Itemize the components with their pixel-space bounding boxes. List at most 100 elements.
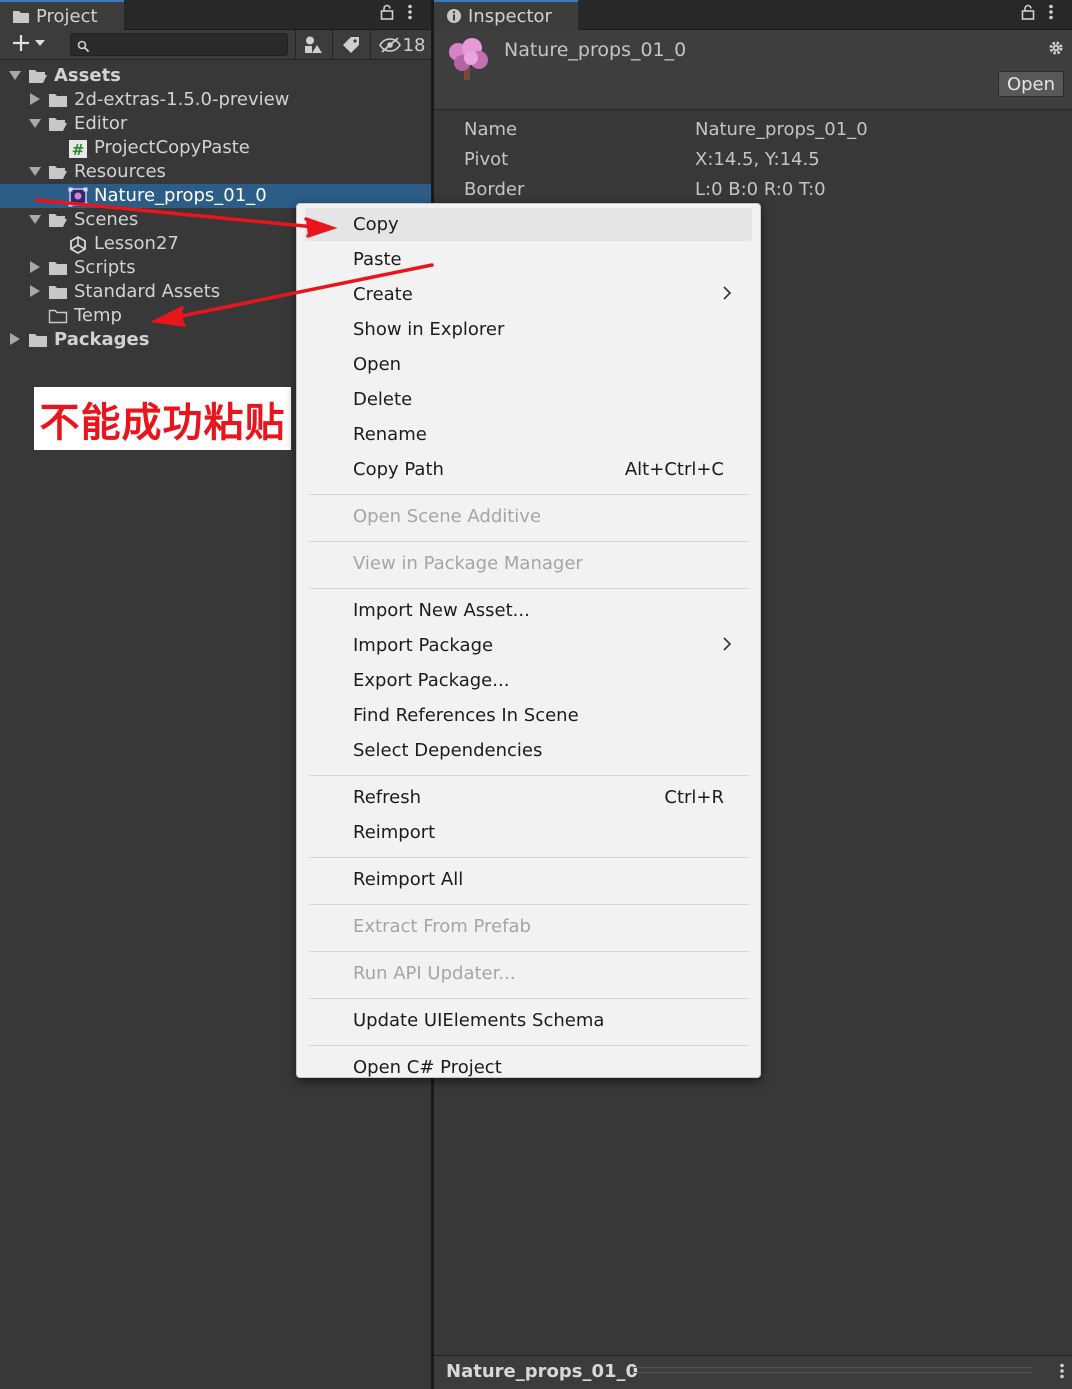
menu-item-label: Import Package <box>353 635 494 656</box>
tree-item[interactable]: Resources <box>0 160 431 184</box>
menu-item-select-dependencies[interactable]: Select Dependencies <box>305 734 752 767</box>
menu-item-reimport-all[interactable]: Reimport All <box>305 863 752 896</box>
tree-item-label: 2d-extras-1.5.0-preview <box>74 89 290 110</box>
kebab-menu-icon[interactable] <box>408 4 412 25</box>
menu-item-shortcut: Alt+Ctrl+C <box>624 459 724 480</box>
menu-item-import-package[interactable]: Import Package <box>305 629 752 662</box>
tree-item[interactable]: Editor <box>0 112 431 136</box>
menu-item-label: Run API Updater... <box>353 963 516 984</box>
chevron-right-icon <box>722 282 732 306</box>
menu-item-label: Paste <box>353 249 402 270</box>
context-menu: Copy Paste Create Show in Explorer Open Delet… <box>296 203 761 1078</box>
tree-item-label: Scripts <box>74 257 136 278</box>
tree-item[interactable]: 2d-extras-1.5.0-preview <box>0 88 431 112</box>
tree-item-label: Packages <box>54 329 150 350</box>
inspector-property-row: Pivot X:14.5, Y:14.5 <box>464 149 820 170</box>
expand-arrow-closed-icon[interactable] <box>8 332 22 348</box>
menu-item-export-package[interactable]: Export Package... <box>305 664 752 697</box>
tag-icon <box>343 37 359 53</box>
menu-item-rename[interactable]: Rename <box>305 418 752 451</box>
inspector-footer: Nature_props_01_0 <box>434 1355 1072 1389</box>
menu-separator <box>309 1045 749 1046</box>
kebab-menu-icon[interactable] <box>1049 4 1053 25</box>
chevron-down-icon <box>35 40 45 46</box>
expand-arrow-closed-icon[interactable] <box>28 92 42 108</box>
tab-inspector[interactable]: Inspector <box>434 0 578 30</box>
tree-item-label: Lesson27 <box>94 233 179 254</box>
menu-item-label: Open <box>353 354 402 375</box>
folder-open-icon <box>28 67 48 85</box>
tab-project[interactable]: Project <box>0 0 124 30</box>
menu-separator <box>309 541 749 542</box>
folder-open-icon <box>48 211 68 229</box>
expand-arrow-closed-icon[interactable] <box>28 260 42 276</box>
create-dropdown-button[interactable] <box>10 32 46 54</box>
menu-item-import-new-asset[interactable]: Import New Asset... <box>305 594 752 627</box>
menu-item-label: Delete <box>353 389 413 410</box>
menu-item-label: Show in Explorer <box>353 319 505 340</box>
gear-icon[interactable] <box>1048 40 1064 60</box>
inspector-property-row: Name Nature_props_01_0 <box>464 119 868 140</box>
search-input[interactable] <box>70 33 288 56</box>
tab-project-label: Project <box>36 5 98 27</box>
project-tabbar: Project <box>0 0 431 30</box>
menu-item-label: Update UIElements Schema <box>353 1010 605 1031</box>
kebab-menu-icon[interactable] <box>1060 1360 1064 1384</box>
tree-item[interactable]: Assets <box>0 64 431 88</box>
menu-separator <box>309 588 749 589</box>
project-toolbar: 18 <box>0 30 431 60</box>
search-by-type-button[interactable] <box>300 33 326 57</box>
menu-item-label: Import New Asset... <box>353 600 530 621</box>
lock-icon[interactable] <box>380 4 394 25</box>
menu-item-label: Rename <box>353 424 427 445</box>
menu-item-open[interactable]: Open <box>305 348 752 381</box>
tree-item-label: ProjectCopyPaste <box>94 137 250 158</box>
menu-separator <box>309 494 749 495</box>
menu-item-copy[interactable]: Copy <box>305 208 752 241</box>
tree-item[interactable]: # ProjectCopyPaste <box>0 136 431 160</box>
folder-icon <box>28 331 48 349</box>
menu-separator <box>309 904 749 905</box>
expand-arrow-open-icon[interactable] <box>28 212 42 228</box>
menu-item-show-in-explorer[interactable]: Show in Explorer <box>305 313 752 346</box>
menu-item-copy-path[interactable]: Copy Path Alt+Ctrl+C <box>305 453 752 486</box>
resize-grip[interactable] <box>632 1367 1032 1373</box>
menu-item-label: Reimport <box>353 822 436 843</box>
info-icon <box>446 8 462 24</box>
menu-item-view-in-package-manager: View in Package Manager <box>305 547 752 580</box>
property-value: X:14.5, Y:14.5 <box>695 149 820 170</box>
menu-item-label: Open C# Project <box>353 1057 502 1078</box>
search-by-label-button[interactable] <box>338 33 364 57</box>
menu-item-refresh[interactable]: Refresh Ctrl+R <box>305 781 752 814</box>
menu-item-extract-from-prefab: Extract From Prefab <box>305 910 752 943</box>
eye-slash-icon <box>378 37 401 53</box>
expand-arrow-open-icon[interactable] <box>28 116 42 132</box>
inspector-property-row: Border L:0 B:0 R:0 T:0 <box>464 179 826 200</box>
menu-item-update-uielements-schema[interactable]: Update UIElements Schema <box>305 1004 752 1037</box>
tree-item-label: Editor <box>74 113 128 134</box>
inspector-tabbar: Inspector <box>434 0 1072 30</box>
expand-arrow-closed-icon[interactable] <box>28 284 42 300</box>
svg-text:#: # <box>72 141 85 159</box>
menu-item-reimport[interactable]: Reimport <box>305 816 752 849</box>
menu-separator <box>309 857 749 858</box>
menu-item-create[interactable]: Create <box>305 278 752 311</box>
inspector-title: Nature_props_01_0 <box>504 39 687 61</box>
shapes-icon <box>305 36 322 53</box>
search-icon <box>77 38 90 57</box>
lock-icon[interactable] <box>1021 4 1035 25</box>
expand-arrow-open-icon[interactable] <box>8 68 22 84</box>
menu-item-paste[interactable]: Paste <box>305 243 752 276</box>
menu-item-shortcut: Ctrl+R <box>664 787 724 808</box>
menu-item-find-references-in-scene[interactable]: Find References In Scene <box>305 699 752 732</box>
menu-separator <box>309 951 749 952</box>
menu-item-delete[interactable]: Delete <box>305 383 752 416</box>
menu-item-label: Open Scene Additive <box>353 506 542 527</box>
menu-item-label: Copy Path <box>353 459 444 480</box>
tree-item-label: Assets <box>54 65 121 86</box>
hidden-packages-toggle[interactable]: 18 <box>378 33 426 57</box>
expand-arrow-open-icon[interactable] <box>28 164 42 180</box>
chevron-right-icon <box>722 633 732 657</box>
open-button[interactable]: Open <box>998 71 1064 97</box>
menu-item-open-c-project[interactable]: Open C# Project <box>305 1051 752 1084</box>
